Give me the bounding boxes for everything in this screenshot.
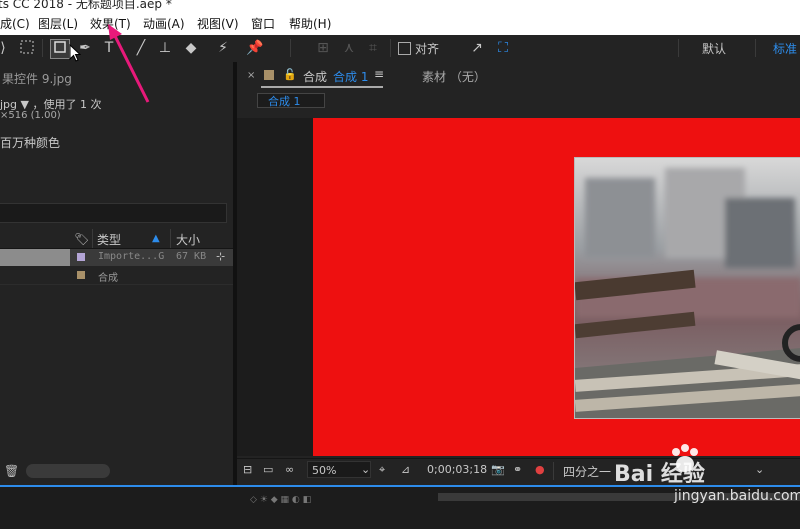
watermark: Bai 经验 jingyan.baidu.com	[604, 444, 800, 514]
project-scrollbar[interactable]	[26, 464, 110, 478]
snapshot-camera-icon[interactable]: 📷	[491, 463, 505, 476]
bench-photo-layer	[574, 157, 800, 419]
composition-panel: × 🔓 合成 合成 1 ≡ 素材 （无） 合成 1 ⊟ ▭ ∞ 50% ⌄ ⌖ …	[237, 62, 800, 485]
toolbar-separator	[390, 39, 391, 57]
zoom-region-tool-icon[interactable]	[18, 39, 36, 57]
toolbar-separator	[755, 39, 756, 57]
row-type: 合成	[98, 273, 118, 284]
world-axis-icon: ⋏	[343, 40, 355, 56]
menu-window[interactable]: 窗口	[251, 15, 275, 32]
window-title: ts CC 2018 - 无标题项目.aep *	[0, 0, 172, 11]
menu-layer[interactable]: 图层(L)	[38, 15, 78, 32]
rectangle-tool-icon[interactable]	[50, 39, 70, 59]
behind-pan-tool-icon[interactable]: ⟩	[0, 39, 12, 57]
toolbar-separator	[290, 39, 291, 57]
roto-brush-tool-icon[interactable]: ⚡	[214, 39, 232, 57]
project-panel: 果控件 9.jpg jpg ▼ ，使用了 1 次 ×516 (1.00) 百万种…	[0, 62, 233, 485]
channel-rgb-icon[interactable]: ●	[535, 463, 545, 476]
watermark-brand: Bai 经验	[614, 462, 705, 487]
size-column-header[interactable]: 大小	[176, 231, 200, 248]
footage-tab[interactable]: 素材 （无）	[422, 68, 486, 85]
snapping-checkbox[interactable]	[398, 42, 411, 55]
snap-feature-icon[interactable]: ⛶	[494, 39, 512, 57]
effect-controls-tab[interactable]: 果控件 9.jpg	[2, 70, 72, 87]
watermark-url: jingyan.baidu.com	[674, 488, 800, 504]
workspace-standard[interactable]: 标准	[773, 40, 797, 57]
comp-label-color	[264, 70, 274, 80]
menu-view[interactable]: 视图(V)	[197, 15, 239, 32]
grid-guides-icon[interactable]: ⌖	[379, 463, 385, 477]
footage-label-color[interactable]	[77, 253, 85, 261]
column-divider	[170, 229, 171, 248]
puppet-pin-tool-icon[interactable]: 📌	[246, 39, 264, 57]
project-column-header: 🏷 类型 ▲ 大小	[0, 229, 233, 249]
snap-edge-icon[interactable]: ↗	[468, 39, 486, 57]
label-tag-icon[interactable]: 🏷	[74, 232, 89, 246]
monitor-icon[interactable]: ▭	[263, 463, 273, 476]
active-tab-indicator	[261, 86, 383, 88]
row-name-highlight	[0, 249, 70, 266]
close-tab-icon[interactable]: ×	[247, 70, 255, 81]
comp-tab-name[interactable]: 合成 1	[333, 68, 368, 85]
workspace-default[interactable]: 默认	[702, 40, 726, 57]
title-bar: ts CC 2018 - 无标题项目.aep *	[0, 0, 800, 12]
view-axis-icon: ⌗	[369, 40, 377, 56]
local-axis-icon: ⊞	[317, 40, 329, 56]
trash-icon[interactable]: 🗑	[4, 464, 19, 478]
panel-menu-icon[interactable]: ≡	[374, 67, 384, 81]
red-solid-layer	[313, 118, 800, 456]
snapping-label: 对齐	[415, 42, 440, 56]
column-divider	[92, 229, 93, 248]
menu-help[interactable]: 帮助(H)	[289, 15, 331, 32]
footage-color-info: 百万种颜色	[0, 136, 61, 150]
eraser-tool-icon[interactable]: ◆	[182, 39, 200, 57]
row-type: Importe...G	[98, 251, 165, 262]
menu-composition[interactable]: 成(C)	[0, 15, 30, 32]
timeline-switches-icon[interactable]: ◇ ☀ ◆ ▦ ◐ ◧	[250, 495, 311, 505]
show-snapshot-icon[interactable]: ⚭	[513, 463, 522, 476]
bench-photo-image	[575, 158, 800, 418]
comp-subtab[interactable]: 合成 1	[257, 93, 325, 108]
toolbar-separator	[42, 39, 43, 57]
current-time-display[interactable]: 0;00;03;18	[427, 463, 487, 476]
project-search-input[interactable]	[0, 203, 227, 223]
annotation-arrow	[108, 24, 150, 103]
flowchart-icon[interactable]: ⊹	[216, 250, 225, 263]
always-preview-icon[interactable]: ⊟	[243, 463, 252, 476]
mouse-cursor-icon	[69, 44, 81, 62]
chevron-down-icon: ⌄	[361, 463, 371, 476]
mask-visibility-icon[interactable]: ∞	[285, 463, 294, 476]
table-row[interactable]: 合成	[0, 267, 233, 285]
comp-label-color[interactable]	[77, 271, 85, 279]
region-of-interest-icon[interactable]: ⊿	[401, 463, 410, 476]
footage-dimensions: ×516 (1.00)	[0, 110, 61, 121]
table-row[interactable]: Importe...G 67 KB ⊹	[0, 249, 233, 266]
composition-viewer[interactable]	[237, 118, 800, 456]
row-size: 67 KB	[176, 251, 207, 262]
comp-tab-prefix[interactable]: 合成	[303, 68, 327, 85]
type-column-header[interactable]: 类型	[97, 231, 121, 248]
footer-separator	[553, 462, 554, 480]
lock-icon[interactable]: 🔓	[283, 68, 297, 81]
toolbar-separator	[678, 39, 679, 57]
sort-ascending-icon[interactable]: ▲	[152, 233, 160, 244]
